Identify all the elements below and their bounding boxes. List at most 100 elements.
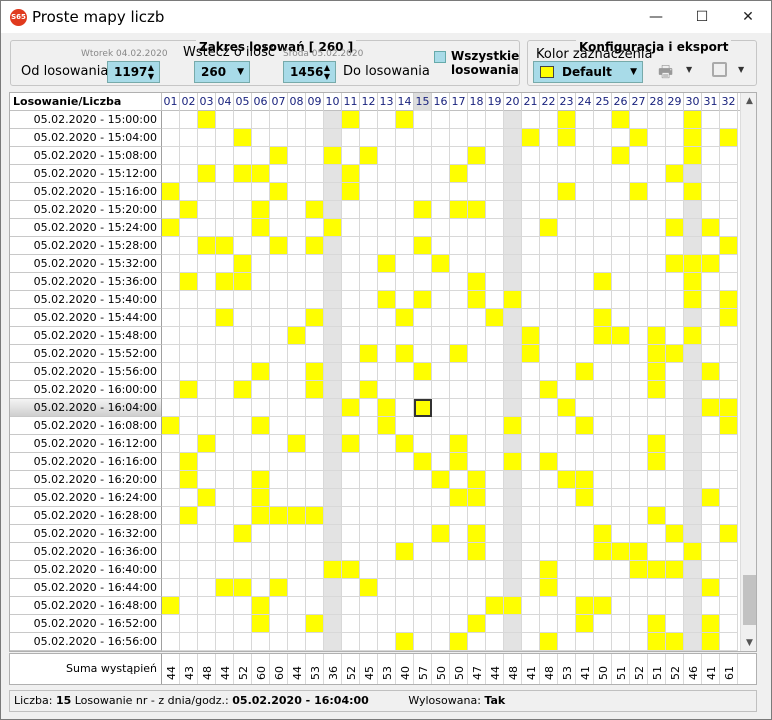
hit-cell[interactable] <box>180 273 198 291</box>
grid-cell[interactable] <box>576 453 594 471</box>
grid-cell[interactable] <box>252 399 270 417</box>
grid-cell[interactable] <box>540 399 558 417</box>
grid-cell[interactable] <box>612 291 630 309</box>
grid-cell[interactable] <box>234 615 252 633</box>
hit-cell[interactable] <box>540 579 558 597</box>
grid-cell[interactable] <box>522 435 540 453</box>
grid-cell[interactable] <box>720 597 738 615</box>
grid-cell[interactable] <box>540 165 558 183</box>
grid-cell[interactable] <box>216 507 234 525</box>
row-header[interactable]: 05.02.2020 - 16:32:00 <box>10 525 162 543</box>
grid-cell[interactable] <box>648 597 666 615</box>
grid-cell[interactable] <box>648 489 666 507</box>
grid-cell[interactable] <box>576 129 594 147</box>
grid-cell[interactable] <box>360 309 378 327</box>
grid-cell[interactable] <box>558 327 576 345</box>
grid-cell[interactable] <box>612 381 630 399</box>
grid-cell[interactable] <box>468 327 486 345</box>
hit-cell[interactable] <box>648 435 666 453</box>
grid-cell[interactable] <box>558 597 576 615</box>
grid-cell[interactable] <box>540 471 558 489</box>
grid-cell[interactable] <box>432 453 450 471</box>
grid-cell[interactable] <box>558 489 576 507</box>
grid-cell[interactable] <box>594 165 612 183</box>
grid-cell[interactable] <box>504 363 522 381</box>
grid-cell[interactable] <box>162 165 180 183</box>
grid-cell[interactable] <box>396 471 414 489</box>
grid-cell[interactable] <box>612 561 630 579</box>
hit-cell[interactable] <box>666 255 684 273</box>
grid-cell[interactable] <box>630 111 648 129</box>
grid-cell[interactable] <box>702 345 720 363</box>
grid-cell[interactable] <box>558 453 576 471</box>
grid-cell[interactable] <box>270 435 288 453</box>
grid-cell[interactable] <box>684 237 702 255</box>
grid-cell[interactable] <box>522 471 540 489</box>
grid-cell[interactable] <box>684 615 702 633</box>
grid-cell[interactable] <box>486 363 504 381</box>
grid-cell[interactable] <box>432 417 450 435</box>
grid-cell[interactable] <box>306 471 324 489</box>
hit-cell[interactable] <box>450 165 468 183</box>
grid-cell[interactable] <box>522 255 540 273</box>
grid-cell[interactable] <box>234 399 252 417</box>
hit-cell[interactable] <box>594 525 612 543</box>
hit-cell[interactable] <box>252 201 270 219</box>
grid-cell[interactable] <box>342 381 360 399</box>
grid-cell[interactable] <box>216 489 234 507</box>
grid-cell[interactable] <box>468 417 486 435</box>
grid-cell[interactable] <box>576 633 594 651</box>
grid-cell[interactable] <box>594 183 612 201</box>
row-header[interactable]: 05.02.2020 - 15:40:00 <box>10 291 162 309</box>
hit-cell[interactable] <box>450 453 468 471</box>
grid-cell[interactable] <box>270 633 288 651</box>
grid-cell[interactable] <box>414 417 432 435</box>
grid-cell[interactable] <box>288 489 306 507</box>
hit-cell[interactable] <box>468 615 486 633</box>
grid-cell[interactable] <box>432 597 450 615</box>
grid-cell[interactable] <box>450 273 468 291</box>
grid-cell[interactable] <box>612 399 630 417</box>
grid-cell[interactable] <box>504 147 522 165</box>
grid-cell[interactable] <box>396 615 414 633</box>
grid-cell[interactable] <box>468 111 486 129</box>
grid-cell[interactable] <box>324 327 342 345</box>
grid-cell[interactable] <box>270 273 288 291</box>
grid-cell[interactable] <box>684 435 702 453</box>
grid-cell[interactable] <box>198 345 216 363</box>
grid-cell[interactable] <box>414 633 432 651</box>
grid-cell[interactable] <box>342 525 360 543</box>
grid-cell[interactable] <box>684 309 702 327</box>
grid-cell[interactable] <box>504 309 522 327</box>
grid-cell[interactable] <box>306 165 324 183</box>
grid-cell[interactable] <box>558 561 576 579</box>
grid-cell[interactable] <box>702 273 720 291</box>
grid-cell[interactable] <box>486 489 504 507</box>
grid-cell[interactable] <box>432 615 450 633</box>
hit-cell[interactable] <box>270 183 288 201</box>
grid-cell[interactable] <box>324 489 342 507</box>
grid-cell[interactable] <box>450 381 468 399</box>
hit-cell[interactable] <box>306 363 324 381</box>
row-header[interactable]: 05.02.2020 - 16:28:00 <box>10 507 162 525</box>
hit-cell[interactable] <box>468 201 486 219</box>
grid-cell[interactable] <box>252 633 270 651</box>
grid-cell[interactable] <box>558 291 576 309</box>
hit-cell[interactable] <box>522 129 540 147</box>
grid-cell[interactable] <box>450 525 468 543</box>
grid-cell[interactable] <box>270 399 288 417</box>
grid-cell[interactable] <box>234 291 252 309</box>
grid-cell[interactable] <box>558 579 576 597</box>
grid-cell[interactable] <box>180 561 198 579</box>
grid-cell[interactable] <box>360 291 378 309</box>
hit-cell[interactable] <box>414 237 432 255</box>
grid-cell[interactable] <box>684 453 702 471</box>
grid-cell[interactable] <box>594 219 612 237</box>
grid-cell[interactable] <box>198 147 216 165</box>
grid-cell[interactable] <box>702 111 720 129</box>
row-header[interactable]: 05.02.2020 - 15:52:00 <box>10 345 162 363</box>
column-header-28[interactable]: 28 <box>648 93 666 111</box>
grid-cell[interactable] <box>378 525 396 543</box>
grid-cell[interactable] <box>468 561 486 579</box>
grid-cell[interactable] <box>270 597 288 615</box>
